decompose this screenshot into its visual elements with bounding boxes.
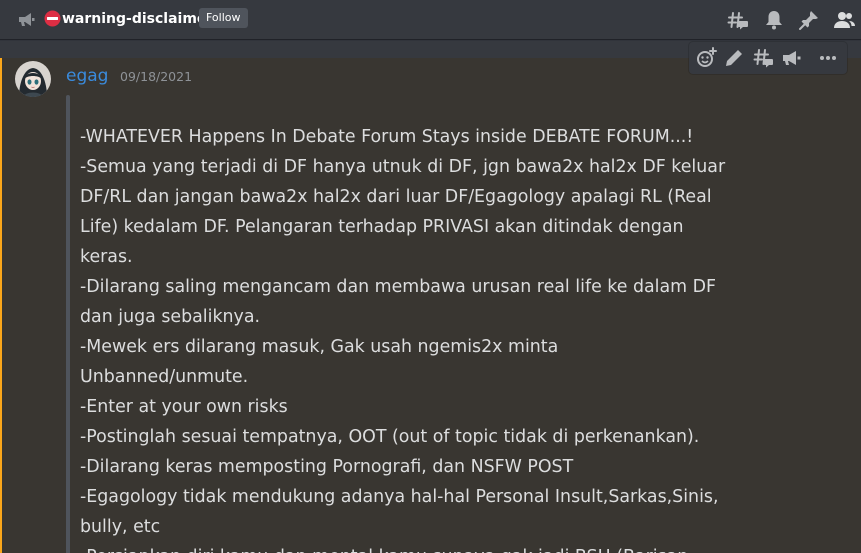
message-line: dan juga sebaliknya. bbox=[80, 307, 261, 327]
message-line: -Semua yang terjadi di DF hanya utnuk di… bbox=[80, 157, 726, 177]
message-line: Life) kedalam DF. Pelangaran terhadap PR… bbox=[80, 217, 684, 237]
more-options-icon[interactable] bbox=[816, 46, 840, 70]
edit-pencil-icon[interactable] bbox=[722, 46, 746, 70]
no-entry-icon bbox=[44, 10, 61, 27]
add-reaction-icon[interactable] bbox=[694, 46, 718, 70]
message-item: egag 09/18/2021 -WHATEVER Happens In Deb… bbox=[0, 58, 861, 553]
follow-button[interactable]: Follow bbox=[199, 8, 248, 28]
notification-bell-icon[interactable] bbox=[762, 8, 786, 32]
create-thread-icon[interactable] bbox=[751, 46, 775, 70]
discord-channel-view: warning-disclaimer Follow egag 09/18/202… bbox=[0, 0, 861, 553]
message-line: -Persiapkan diri kamu dan mental kamu su… bbox=[80, 542, 740, 553]
channel-name: warning-disclaimer bbox=[62, 11, 214, 27]
mention-highlight-bar bbox=[0, 58, 2, 553]
message-line: -Dilarang keras memposting Pornografi, d… bbox=[80, 457, 574, 477]
message-author[interactable]: egag bbox=[66, 64, 108, 88]
message-content: -WHATEVER Happens In Debate Forum Stays … bbox=[80, 122, 740, 553]
pin-icon[interactable] bbox=[797, 8, 821, 32]
message-line: -WHATEVER Happens In Debate Forum Stays … bbox=[80, 127, 694, 147]
message-line: Unbanned/unmute. bbox=[80, 367, 249, 387]
publish-megaphone-icon[interactable] bbox=[780, 46, 804, 70]
avatar[interactable] bbox=[15, 61, 51, 97]
message-line: -Egagology tidak mendukung adanya hal-ha… bbox=[80, 487, 719, 507]
blockquote-bar bbox=[66, 95, 70, 553]
channel-header: warning-disclaimer Follow bbox=[0, 0, 861, 39]
message-line: -Postinglah sesuai tempatnya, OOT (out o… bbox=[80, 427, 700, 447]
message-timestamp: 09/18/2021 bbox=[120, 69, 193, 84]
message-line: -Dilarang saling mengancam dan membawa u… bbox=[80, 277, 717, 297]
message-actions-toolbar bbox=[689, 42, 847, 74]
threads-icon[interactable] bbox=[726, 8, 750, 32]
message-line: -Enter at your own risks bbox=[80, 397, 288, 417]
message-line: -Mewek ers dilarang masuk, Gak usah ngem… bbox=[80, 337, 559, 357]
announcement-megaphone-icon bbox=[16, 11, 36, 29]
message-line: keras. bbox=[80, 247, 133, 267]
message-line: DF/RL dan jangan bawa2x hal2x dari luar … bbox=[80, 187, 712, 207]
message-line: bully, etc bbox=[80, 517, 161, 537]
member-list-icon[interactable] bbox=[832, 8, 856, 32]
